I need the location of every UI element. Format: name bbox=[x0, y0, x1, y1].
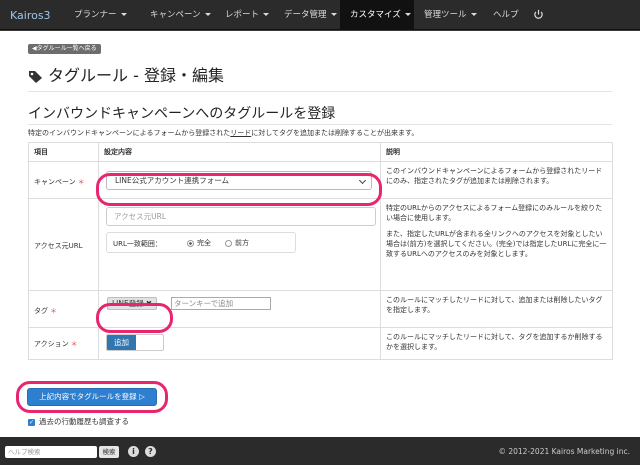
radio-exact[interactable]: 完全 bbox=[187, 238, 211, 248]
section-title: インバウンドキャンペーンへのタグルールを登録 bbox=[28, 106, 336, 122]
description-cell: このインバウンドキャンペーンによるフォームから登録されたリードにのみ、指定された… bbox=[380, 161, 613, 199]
checkbox-icon[interactable]: ✓ bbox=[28, 418, 35, 426]
chevron-down-icon bbox=[204, 13, 211, 16]
highlight-submit-button bbox=[16, 381, 168, 413]
info-icon[interactable]: i bbox=[128, 446, 139, 457]
power-icon[interactable] bbox=[533, 9, 544, 20]
nav-admin-tools[interactable]: 管理ツール bbox=[424, 0, 477, 30]
page-title-text: タグルール - 登録・編集 bbox=[48, 66, 224, 85]
access-url-description: 特定のURLからのアクセスによるフォーム登録にのみルールを絞りたい場合に使用しま… bbox=[381, 199, 612, 263]
row-label-cell: アクセス元URL bbox=[28, 198, 99, 291]
access-url-label: アクセス元URL bbox=[34, 242, 83, 250]
nav-customize[interactable]: カスタマイズ bbox=[340, 0, 414, 30]
radio-prefix-label: 前方 bbox=[235, 239, 249, 247]
row-label-cell: アクション＊ bbox=[28, 327, 99, 360]
lead-link[interactable]: リード bbox=[230, 129, 251, 137]
required-mark: ＊ bbox=[70, 340, 78, 348]
tag-icon bbox=[29, 70, 42, 83]
required-mark: ＊ bbox=[50, 307, 57, 315]
radio-prefix[interactable]: 前方 bbox=[225, 238, 249, 248]
nav-admin-tools-label: 管理ツール bbox=[424, 10, 467, 20]
chevron-down-icon bbox=[404, 13, 411, 16]
column-header: 項目 bbox=[28, 142, 99, 162]
row-label-cell: タグ＊ bbox=[28, 290, 99, 328]
url-match-range: URL一致範囲： 完全 前方 bbox=[106, 232, 296, 253]
campaign-label-text: キャンペーン bbox=[34, 178, 76, 186]
highlight-tag-chip bbox=[96, 303, 173, 333]
chevron-down-icon bbox=[470, 13, 477, 16]
chevron-down-icon bbox=[120, 13, 127, 16]
copyright: © 2012-2021 Kairos Marketing inc. bbox=[498, 447, 630, 456]
nav-help[interactable]: ヘルプ bbox=[493, 0, 519, 30]
required-mark: ＊ bbox=[77, 178, 85, 186]
access-url-desc-1: 特定のURLからのアクセスによるフォーム登録にのみルールを絞りたい場合に使用しま… bbox=[386, 204, 603, 222]
top-navbar: Kairos3 プランナー キャンペーン レポート データ管理 カスタマイズ 管… bbox=[0, 0, 640, 30]
chevron-down-icon bbox=[263, 13, 270, 16]
action-toggle[interactable]: 追加 bbox=[106, 334, 164, 351]
nav-data[interactable]: データ管理 bbox=[284, 0, 337, 30]
nav-campaign[interactable]: キャンペーン bbox=[150, 0, 211, 30]
campaign-description: このインバウンドキャンペーンによるフォームから登録されたリードにのみ、指定された… bbox=[386, 167, 603, 185]
url-match-label: URL一致範囲： bbox=[113, 240, 162, 248]
radio-selected-icon bbox=[187, 239, 194, 247]
history-checkbox[interactable]: ✓ 過去の行動履歴も調査する bbox=[28, 416, 129, 427]
description-cell: このルールにマッチしたリードに対して、タグを追加するか削除するかを選択します。 bbox=[380, 327, 613, 360]
question-icon[interactable]: ? bbox=[145, 446, 156, 457]
nav-help-label: ヘルプ bbox=[493, 10, 519, 20]
divider bbox=[28, 91, 612, 92]
brand-logo[interactable]: Kairos3 bbox=[10, 9, 51, 22]
setting-cell: アクセス元URL URL一致範囲： 完全 前方 bbox=[98, 198, 381, 291]
help-search-input[interactable]: ヘルプ検索 bbox=[5, 446, 97, 458]
desc-text: に対してタグを追加または削除することが出来ます。 bbox=[251, 129, 419, 137]
nav-customize-label: カスタマイズ bbox=[350, 10, 401, 20]
description-cell: 特定のURLからのアクセスによるフォーム登録にのみルールを絞りたい場合に使用しま… bbox=[380, 198, 613, 291]
campaign-label: キャンペーン＊ bbox=[34, 177, 85, 187]
desc-text: 特定のインバウンドキャンペーンによるフォームから登録された bbox=[28, 129, 231, 137]
history-checkbox-label: 過去の行動履歴も調査する bbox=[39, 417, 129, 426]
row-label-cell: キャンペーン＊ bbox=[28, 161, 99, 199]
page-title: タグルール - 登録・編集 bbox=[28, 62, 224, 86]
action-label-text: アクション bbox=[34, 340, 69, 348]
access-url-desc-2: また、指定したURLが含まれる全リンクへのアクセスを対象としたい場合は(前方)を… bbox=[386, 230, 607, 258]
table-header-row: 項目 設定内容 説明 bbox=[28, 142, 613, 162]
radio-exact-label: 完全 bbox=[197, 239, 211, 247]
highlight-campaign-select bbox=[96, 173, 382, 206]
column-header: 説明 bbox=[380, 142, 613, 162]
nav-campaign-label: キャンペーン bbox=[150, 10, 201, 20]
section-description: 特定のインバウンドキャンペーンによるフォームから登録されたリードに対してタグを追… bbox=[28, 128, 418, 138]
divider bbox=[28, 124, 612, 125]
action-description: このルールにマッチしたリードに対して、タグを追加するか削除するかを選択します。 bbox=[386, 333, 603, 351]
nav-report-label: レポート bbox=[225, 10, 260, 20]
tag-description: このルールにマッチしたリードに対して、追加または削除したいタグを指定します。 bbox=[386, 296, 603, 314]
action-label: アクション＊ bbox=[34, 339, 78, 349]
description-cell: このルールにマッチしたリードに対して、追加または削除したいタグを指定します。 bbox=[380, 290, 613, 328]
radio-empty-icon bbox=[225, 239, 232, 247]
column-header: 設定内容 bbox=[98, 142, 381, 162]
chevron-down-icon bbox=[330, 13, 337, 16]
main-content: ◀タグルール一覧へ戻る タグルール - 登録・編集 インバウンドキャンペーンへの… bbox=[0, 31, 640, 437]
nav-data-label: データ管理 bbox=[284, 10, 327, 20]
nav-planner[interactable]: プランナー bbox=[74, 0, 127, 30]
nav-planner-label: プランナー bbox=[74, 10, 117, 20]
tag-label: タグ＊ bbox=[34, 306, 57, 316]
tag-input[interactable]: ターンキーで追加 bbox=[171, 297, 271, 310]
nav-report[interactable]: レポート bbox=[225, 0, 270, 30]
footer: ヘルプ検索 検索 i ? © 2012-2021 Kairos Marketin… bbox=[0, 437, 640, 465]
back-to-list-button[interactable]: ◀タグルール一覧へ戻る bbox=[28, 44, 101, 54]
access-url-input[interactable]: アクセス元URL bbox=[106, 207, 376, 226]
tag-label-text: タグ bbox=[34, 307, 48, 315]
action-toggle-value: 追加 bbox=[107, 335, 136, 350]
help-search-button[interactable]: 検索 bbox=[99, 446, 119, 458]
table-row-access-url: アクセス元URL アクセス元URL URL一致範囲： 完全 前方 特定のURLか… bbox=[28, 198, 613, 291]
